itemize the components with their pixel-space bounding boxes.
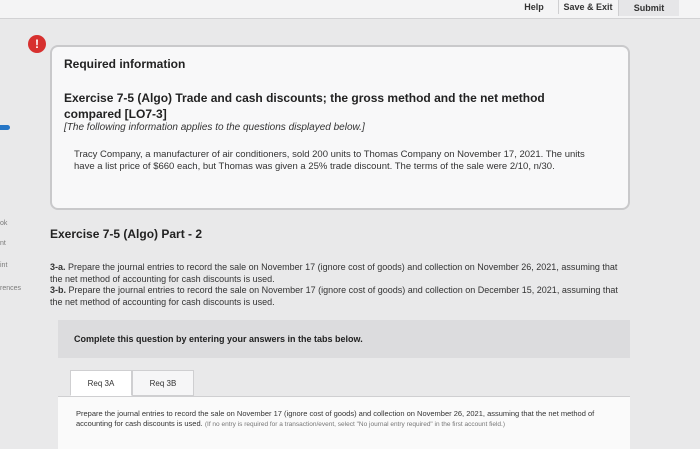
info-body: Tracy Company, a manufacturer of air con… [74, 149, 585, 172]
req-3b-label: 3-b. [50, 285, 67, 295]
save-exit-button[interactable]: Save & Exit [558, 0, 617, 14]
info-note: [The following information applies to th… [64, 122, 365, 133]
req-3a-label: 3-a. [50, 262, 66, 272]
question-marker [0, 125, 10, 130]
side-label-3[interactable]: int [0, 262, 7, 269]
required-information-box: Required information Exercise 7-5 (Algo)… [50, 45, 630, 210]
exercise-heading: Exercise 7-5 (Algo) Trade and cash disco… [64, 91, 545, 121]
help-button[interactable]: Help [518, 0, 550, 14]
side-label-2: nt [0, 240, 6, 247]
part-title: Exercise 7-5 (Algo) Part - 2 [50, 227, 203, 241]
req-3a-text: Prepare the journal entries to record th… [50, 262, 618, 284]
tab-hint-text: (If no entry is required for a transacti… [204, 421, 505, 428]
submit-button[interactable]: Submit [618, 0, 679, 16]
tab-panel: Prepare the journal entries to record th… [58, 396, 630, 449]
instruction-text: Complete this question by entering your … [74, 334, 363, 344]
side-label-4[interactable]: rences [0, 285, 21, 292]
req-3a-item: 3-a. Prepare the journal entries to reco… [50, 262, 630, 285]
side-label-1: ok [0, 220, 8, 227]
instruction-box: Complete this question by entering your … [58, 320, 630, 358]
tab-instructions: Prepare the journal entries to record th… [76, 409, 624, 430]
alert-icon: ! [28, 35, 46, 53]
req-3b-item: 3-b. Prepare the journal entries to reco… [50, 285, 630, 308]
requirements-text: 3-a. Prepare the journal entries to reco… [50, 262, 630, 308]
tab-req-3a[interactable]: Req 3A [70, 370, 132, 396]
top-toolbar: Help Save & Exit Submit [0, 0, 700, 19]
tab-req-3b[interactable]: Req 3B [132, 370, 194, 396]
info-title: Required information [64, 57, 186, 71]
req-3b-text: Prepare the journal entries to record th… [50, 285, 618, 307]
